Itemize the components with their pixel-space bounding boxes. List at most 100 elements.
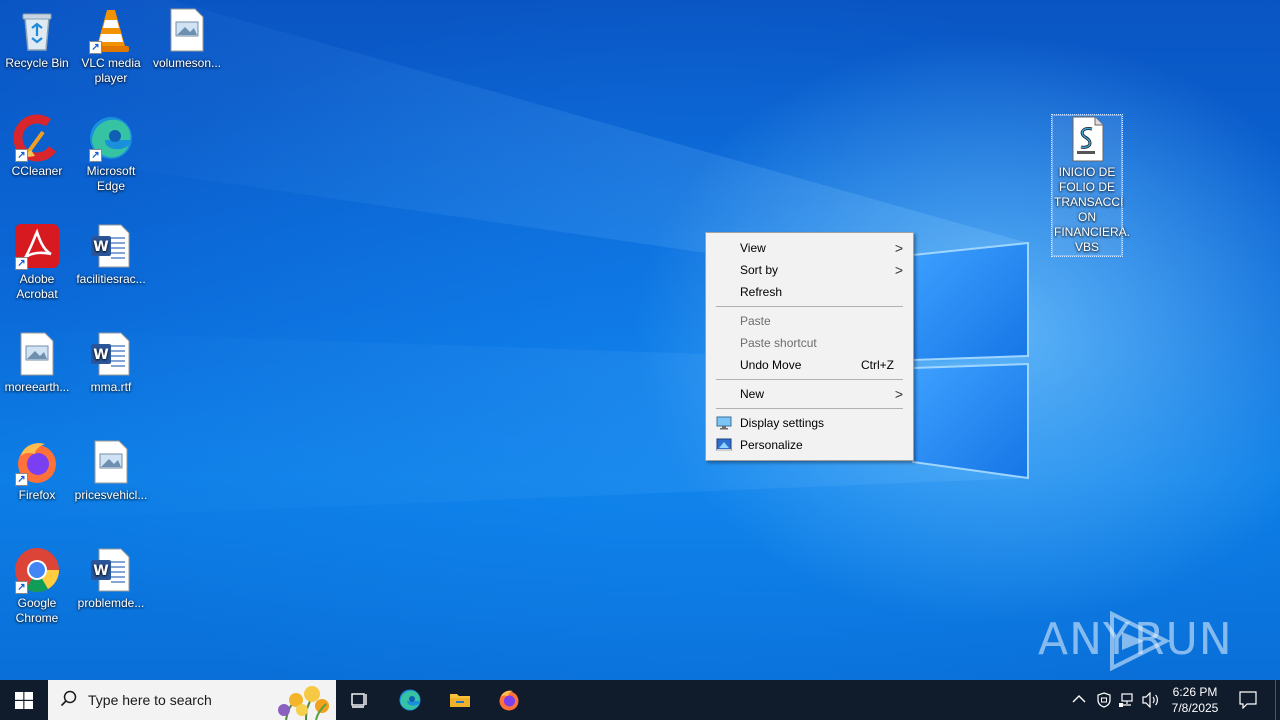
icon-label: Google Chrome <box>15 596 59 625</box>
taskbar-firefox[interactable] <box>485 680 533 720</box>
keyboard-shortcut: Ctrl+Z <box>861 358 894 372</box>
svg-text:W: W <box>93 563 108 579</box>
icon-label: INICIO DE FOLIO DE TRANSACCI ON FINANCIE… <box>1054 165 1131 254</box>
show-hidden-icons-button[interactable] <box>1068 680 1090 720</box>
tray-volume-button[interactable] <box>1140 680 1162 720</box>
chevron-right-icon: > <box>894 262 903 278</box>
icon-label: moreearth... <box>4 380 70 394</box>
desktop-icon-facilitiesrac[interactable]: W facilitiesrac... <box>74 216 148 287</box>
desktop-icon-microsoft-edge[interactable]: ↗ Microsoft Edge <box>74 108 148 194</box>
desktop-icon-pricesvehicl[interactable]: pricesvehicl... <box>74 432 148 503</box>
menu-item-label: Undo Move <box>740 358 802 372</box>
menu-item-paste: Paste <box>706 310 913 332</box>
menu-item-refresh[interactable]: Refresh <box>706 281 913 303</box>
tray-defender-icon-button[interactable] <box>1094 680 1114 720</box>
desktop-icon-vlc-media-player[interactable]: ↗ VLC media player <box>74 0 148 86</box>
shortcut-arrow-icon: ↗ <box>15 473 28 486</box>
wallpaper-windows-logo <box>0 0 1029 520</box>
menu-item-label: View <box>740 241 766 255</box>
menu-item-label: Paste <box>740 314 771 328</box>
icon-label: Adobe Acrobat <box>16 272 58 301</box>
taskbar-microsoft-edge[interactable] <box>386 680 434 720</box>
chrome-icon: ↗ <box>13 546 61 594</box>
chevron-right-icon: > <box>894 240 903 256</box>
word-document-icon: W <box>87 222 135 270</box>
search-placeholder: Type here to search <box>88 692 212 708</box>
menu-separator <box>716 408 903 409</box>
menu-item-personalize[interactable]: Personalize <box>706 434 913 456</box>
taskbar-clock[interactable]: 6:26 PM 7/8/2025 <box>1160 684 1230 716</box>
taskbar-file-explorer[interactable] <box>436 680 484 720</box>
taskbar-task-view[interactable] <box>336 680 384 720</box>
shortcut-arrow-icon: ↗ <box>89 149 102 162</box>
tray-network-button[interactable] <box>1117 680 1137 720</box>
icon-label: CCleaner <box>11 164 63 178</box>
taskbar-search-box[interactable]: Type here to search <box>48 680 336 720</box>
show-desktop-button[interactable] <box>1275 680 1280 720</box>
display-monitor-icon <box>716 416 732 430</box>
desktop-icon-mma-rtf[interactable]: W mma.rtf <box>74 324 148 395</box>
svg-text:W: W <box>93 239 108 255</box>
desktop-icon-volumeson[interactable]: volumeson... <box>150 0 224 71</box>
icon-label: pricesvehicl... <box>74 488 148 502</box>
desktop-icon-firefox[interactable]: ↗ Firefox <box>0 432 74 503</box>
word-document-icon: W <box>87 330 135 378</box>
menu-item-label: Paste shortcut <box>740 336 817 350</box>
icon-label: facilitiesrac... <box>76 272 146 286</box>
icon-label: Recycle Bin <box>5 56 69 70</box>
network-icon <box>1119 693 1133 707</box>
desktop-icon-problemde[interactable]: W problemde... <box>74 540 148 611</box>
shortcut-arrow-icon: ↗ <box>15 149 28 162</box>
volume-speaker-icon <box>1142 692 1158 708</box>
menu-item-display-settings[interactable]: Display settings <box>706 412 913 434</box>
icon-label: mma.rtf <box>90 380 132 394</box>
menu-item-new[interactable]: New > <box>706 383 913 405</box>
menu-item-label: Sort by <box>740 263 779 277</box>
desktop-icon-adobe-acrobat[interactable]: ↗ Adobe Acrobat <box>0 216 74 302</box>
desktop-icon-moreearth[interactable]: moreearth... <box>0 324 74 395</box>
menu-separator <box>716 379 903 380</box>
personalize-icon <box>716 438 732 451</box>
desktop-icon-google-chrome[interactable]: ↗ Google Chrome <box>0 540 74 626</box>
security-shield-icon <box>1097 692 1111 708</box>
firefox-icon: ↗ <box>13 438 61 486</box>
menu-item-undo-move[interactable]: Undo Move Ctrl+Z <box>706 354 913 376</box>
folder-icon <box>450 694 470 707</box>
shortcut-arrow-icon: ↗ <box>15 257 28 270</box>
icon-label: Microsoft Edge <box>86 164 136 193</box>
menu-item-label: Display settings <box>740 416 825 430</box>
desktop-icon-vbs-script[interactable]: INICIO DE FOLIO DE TRANSACCI ON FINANCIE… <box>1051 114 1131 257</box>
desktop[interactable]: Recycle Bin ↗ VLC media player volumeson… <box>0 0 1280 680</box>
windows-logo-icon <box>15 692 33 709</box>
start-button[interactable] <box>0 680 48 720</box>
menu-item-view[interactable]: View > <box>706 237 913 259</box>
notification-icon <box>1239 691 1257 709</box>
shortcut-arrow-icon: ↗ <box>15 581 28 594</box>
firefox-icon <box>499 690 519 711</box>
image-file-icon <box>87 438 135 486</box>
ccleaner-icon: ↗ <box>13 114 61 162</box>
word-document-icon: W <box>87 546 135 594</box>
menu-item-paste-shortcut: Paste shortcut <box>706 332 913 354</box>
vlc-cone-icon: ↗ <box>87 6 135 54</box>
menu-item-sort-by[interactable]: Sort by > <box>706 259 913 281</box>
menu-item-label: Refresh <box>740 285 783 299</box>
edge-icon <box>399 689 421 711</box>
svg-text:W: W <box>93 347 108 363</box>
taskbar: Type here to search 6:26 PM 7/8/2025 <box>0 680 1280 720</box>
image-file-icon <box>163 6 211 54</box>
chevron-up-icon <box>1072 695 1086 703</box>
menu-item-label: Personalize <box>740 438 803 452</box>
icon-label: volumeson... <box>152 56 222 70</box>
watermark-text-right: RUN <box>1134 614 1233 665</box>
clock-date: 7/8/2025 <box>1171 701 1219 715</box>
task-view-icon <box>351 693 367 708</box>
icon-label: problemde... <box>77 596 145 610</box>
icon-label: VLC media player <box>81 56 141 85</box>
image-file-icon <box>13 330 61 378</box>
vbs-script-file-icon <box>1063 115 1111 163</box>
action-center-button[interactable] <box>1232 680 1264 720</box>
desktop-icon-ccleaner[interactable]: ↗ CCleaner <box>0 108 74 179</box>
chevron-right-icon: > <box>894 386 903 402</box>
desktop-icon-recycle-bin[interactable]: Recycle Bin <box>0 0 74 71</box>
